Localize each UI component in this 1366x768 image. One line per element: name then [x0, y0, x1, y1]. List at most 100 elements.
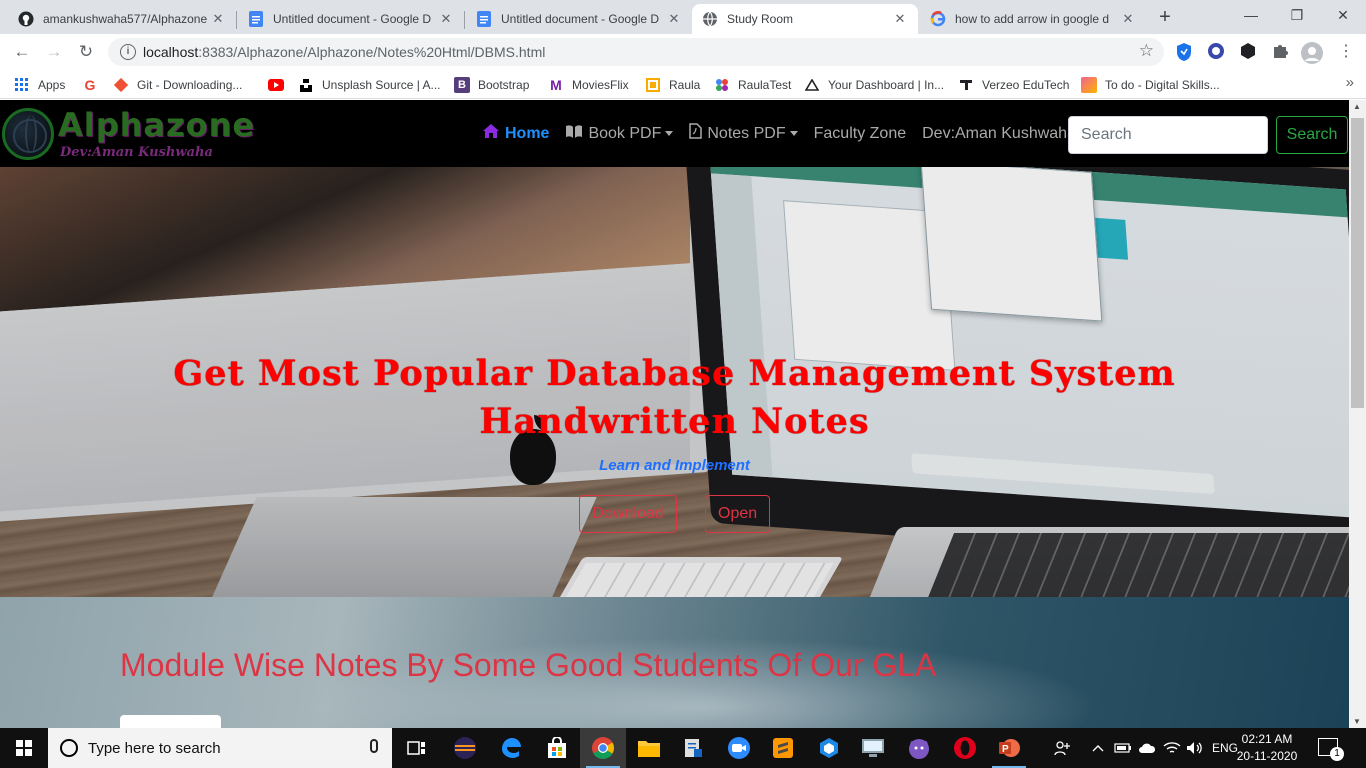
note-card[interactable]	[120, 715, 221, 728]
scrollbar-thumb[interactable]	[1351, 118, 1364, 408]
bookmark-unsplash[interactable]: Unsplash Source | A...	[298, 75, 441, 95]
battery-icon[interactable]	[1114, 728, 1132, 768]
tab-title: how to add arrow in google d	[955, 12, 1110, 26]
volume-icon[interactable]	[1186, 728, 1204, 768]
google-icon	[930, 11, 946, 27]
nav-dev[interactable]: Dev:Aman Kushwaha	[922, 125, 1076, 143]
bookmarks-bar: Apps G Git - Downloading... Unsplash Sou…	[0, 70, 1366, 99]
cube-extension-icon[interactable]	[1239, 42, 1259, 62]
bookmark-raula[interactable]: Raula	[645, 75, 700, 95]
cat-app-icon[interactable]	[896, 728, 942, 768]
nav-home[interactable]: Home	[482, 123, 549, 144]
extension-badge-icon[interactable]	[1207, 42, 1227, 62]
close-tab-icon[interactable]: ✕	[1120, 11, 1136, 27]
minimize-button[interactable]: —	[1228, 0, 1274, 30]
profile-avatar-icon[interactable]	[1301, 42, 1323, 64]
bookmark-star-icon[interactable]: ☆	[1139, 41, 1154, 61]
scroll-down-arrow-icon[interactable]: ▼	[1353, 717, 1361, 726]
bookmark-todo[interactable]: To do - Digital Skills...	[1081, 75, 1220, 95]
bookmarks-overflow-icon[interactable]: »	[1346, 74, 1354, 91]
bookmark-icon	[714, 77, 730, 93]
bookmark-raulatest[interactable]: RaulaTest	[714, 75, 791, 95]
globe-icon	[702, 11, 718, 27]
nav-faculty-zone[interactable]: Faculty Zone	[814, 125, 906, 143]
close-tab-icon[interactable]: ✕	[438, 11, 454, 27]
chevron-down-icon	[665, 131, 674, 136]
open-button[interactable]: Open	[705, 495, 770, 533]
opera-app-icon[interactable]	[942, 728, 988, 768]
chevron-down-icon	[789, 131, 798, 136]
bookmark-label: Your Dashboard | In...	[828, 78, 945, 92]
close-tab-icon[interactable]: ✕	[666, 11, 682, 27]
remote-desktop-icon[interactable]	[850, 728, 896, 768]
bookmark-google[interactable]: G	[82, 75, 106, 95]
nav-book-pdf[interactable]: Book PDF	[565, 124, 674, 144]
task-view-icon[interactable]	[394, 728, 440, 768]
url-text[interactable]: localhost:8383/Alphazone/Alphazone/Notes…	[143, 44, 545, 60]
store-app-icon[interactable]	[534, 728, 580, 768]
clock-time: 02:21 AM	[1241, 732, 1293, 746]
chrome-app-icon[interactable]	[580, 728, 626, 768]
book-icon	[565, 124, 583, 144]
bookmark-bootstrap[interactable]: B Bootstrap	[454, 75, 529, 95]
browser-tab-docs-1[interactable]: Untitled document - Google D ✕	[238, 4, 464, 34]
browser-tab-google-search[interactable]: how to add arrow in google d ✕	[920, 4, 1146, 34]
taskbar-clock[interactable]: 02:21 AM 20-11-2020	[1232, 731, 1302, 765]
bookmark-moviesflix[interactable]: M MoviesFlix	[548, 75, 629, 95]
pdf-file-icon	[689, 123, 703, 144]
bookmark-dashboard[interactable]: Your Dashboard | In...	[804, 75, 944, 95]
shield-extension-icon[interactable]	[1175, 42, 1195, 62]
nav-notes-pdf[interactable]: Notes PDF	[689, 123, 798, 144]
scroll-up-arrow-icon[interactable]: ▲	[1353, 102, 1361, 111]
url-host: localhost	[143, 44, 199, 60]
reload-button[interactable]: ↻	[74, 40, 98, 64]
page-scrollbar[interactable]: ▲ ▼	[1349, 100, 1366, 728]
site-info-icon[interactable]: i	[120, 44, 136, 60]
browser-tab-docs-2[interactable]: Untitled document - Google D ✕	[466, 4, 692, 34]
google-docs-icon	[248, 11, 264, 27]
page-viewport: Alphazone Dev:Aman Kushwaha Home Book PD…	[0, 100, 1349, 728]
people-icon[interactable]	[1054, 728, 1072, 768]
tray-chevron-up-icon[interactable]	[1092, 728, 1104, 768]
hero-title-line-2: Handwritten Notes	[479, 401, 870, 442]
wifi-icon[interactable]	[1163, 728, 1181, 768]
close-tab-icon[interactable]: ✕	[210, 11, 226, 27]
bookmark-git[interactable]: Git - Downloading...	[113, 75, 242, 95]
home-icon	[482, 123, 500, 144]
browser-tab-github[interactable]: amankushwaha577/Alphazone ✕	[8, 4, 236, 34]
close-window-button[interactable]: ✕	[1320, 0, 1366, 30]
todo-icon	[1081, 77, 1097, 93]
new-tab-button[interactable]: +	[1153, 6, 1177, 30]
onedrive-cloud-icon[interactable]	[1138, 728, 1156, 768]
search-input[interactable]	[1068, 116, 1268, 154]
taskbar-search-box[interactable]: Type here to search	[48, 728, 392, 768]
site-logo[interactable]: Alphazone Dev:Aman Kushwaha	[2, 106, 272, 162]
start-button[interactable]	[0, 728, 48, 768]
forward-button[interactable]: →	[42, 40, 66, 64]
restore-button[interactable]: ❐	[1274, 0, 1320, 30]
edge-app-icon[interactable]	[488, 728, 534, 768]
zoom-app-icon[interactable]	[716, 728, 762, 768]
bookmark-apps[interactable]: Apps	[14, 75, 65, 95]
close-tab-icon[interactable]: ✕	[892, 11, 908, 27]
file-explorer-icon[interactable]	[626, 728, 672, 768]
hero-title: Get Most Popular Database Management Sys…	[0, 350, 1349, 446]
back-button[interactable]: ←	[10, 40, 34, 64]
notepad-app-icon[interactable]	[670, 728, 716, 768]
eclipse-app-icon[interactable]	[442, 728, 488, 768]
chrome-menu-icon[interactable]: ⋮	[1334, 40, 1358, 64]
bookmark-youtube[interactable]	[268, 75, 292, 95]
bookmark-verzeo[interactable]: Verzeo EduTech	[958, 75, 1069, 95]
powerpoint-app-icon[interactable]: P	[986, 728, 1032, 768]
youtube-icon	[268, 77, 284, 93]
extensions-puzzle-icon[interactable]	[1271, 42, 1291, 62]
sublime-text-icon[interactable]	[760, 728, 806, 768]
download-button[interactable]: Download	[579, 495, 677, 533]
virtualbox-icon[interactable]	[806, 728, 852, 768]
browser-tab-study-room[interactable]: Study Room ✕	[692, 4, 918, 34]
search-button[interactable]: Search	[1276, 116, 1348, 154]
address-bar[interactable]: i localhost:8383/Alphazone/Alphazone/Not…	[108, 38, 1164, 66]
microphone-icon[interactable]	[370, 739, 378, 753]
bookmark-icon	[645, 77, 661, 93]
notes-section: Module Wise Notes By Some Good Students …	[0, 597, 1349, 728]
